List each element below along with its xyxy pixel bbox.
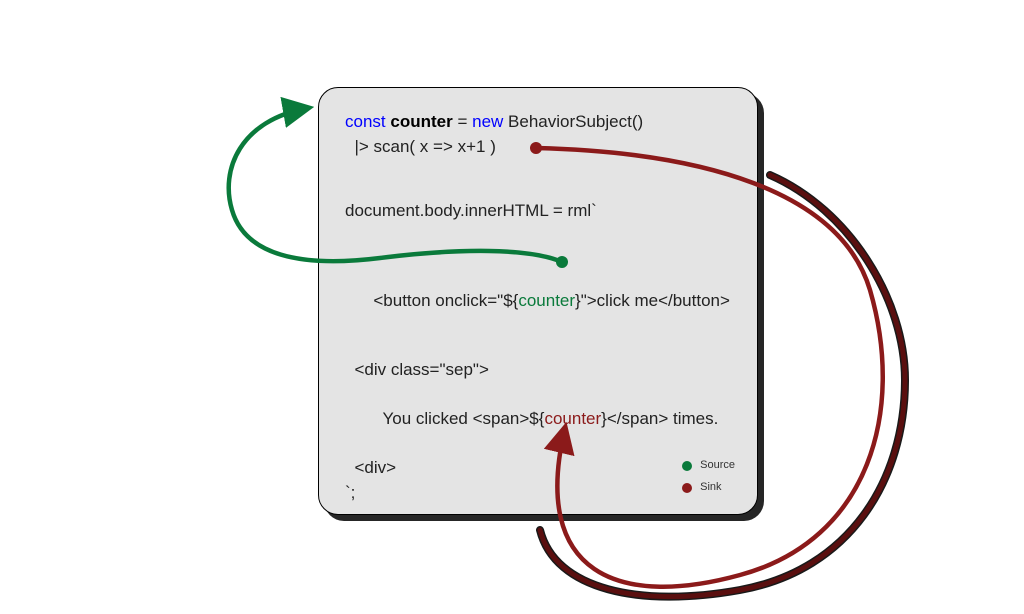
identifier-counter-decl: counter xyxy=(390,112,452,131)
equals: = xyxy=(457,112,472,131)
button-line-prefix: <button onclick="${ xyxy=(364,291,518,310)
rml-assign-line: document.body.innerHTML = rml` xyxy=(345,199,731,224)
legend-source-label: Source xyxy=(700,458,735,474)
clicked-suffix: }</span> times. xyxy=(601,409,718,428)
legend-sink-label: Sink xyxy=(700,480,721,496)
sink-counter-ref: counter xyxy=(544,409,601,428)
code-box: const counter = new BehaviorSubject() |>… xyxy=(318,87,758,515)
clicked-prefix: You clicked <span>${ xyxy=(364,409,545,428)
scan-pipe-line: |> scan( x => x+1 ) xyxy=(345,135,731,160)
keyword-const: const xyxy=(345,112,386,131)
div-open-line: <div class="sep"> xyxy=(345,358,731,383)
legend-source-dot xyxy=(682,461,692,471)
legend: Source Sink xyxy=(682,452,735,496)
constructor-call: BehaviorSubject() xyxy=(508,112,643,131)
source-counter-ref: counter xyxy=(518,291,575,310)
legend-sink-dot xyxy=(682,483,692,493)
div-close-line: <div> xyxy=(345,456,731,481)
button-line-suffix: }">click me</button> xyxy=(575,291,730,310)
keyword-new: new xyxy=(472,112,503,131)
template-end-line: `; xyxy=(345,481,731,506)
